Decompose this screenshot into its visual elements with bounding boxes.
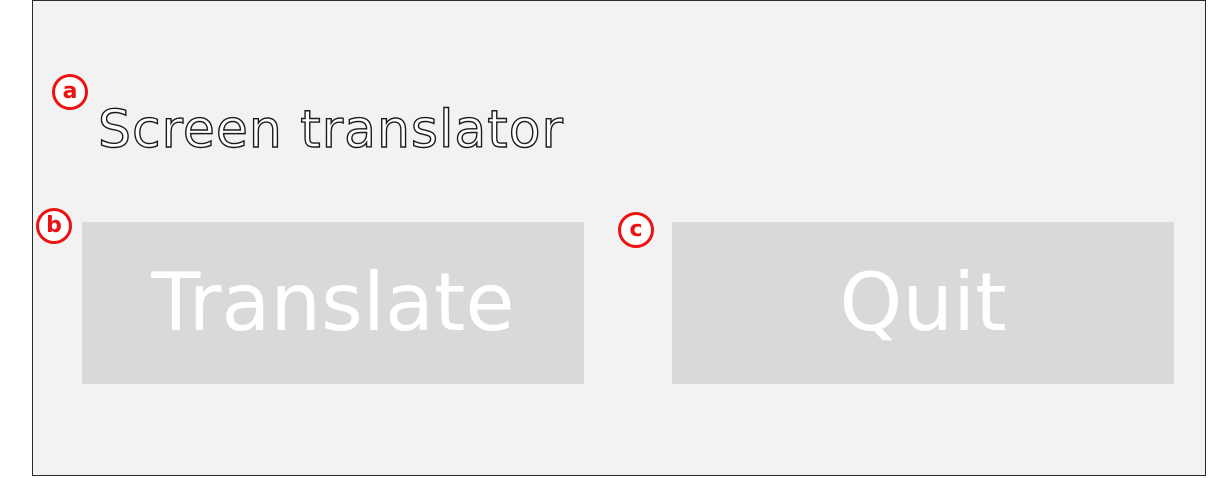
- translate-button[interactable]: Translate: [82, 222, 584, 384]
- annotation-marker-b: b: [36, 208, 72, 244]
- quit-button-label: Quit: [839, 256, 1007, 349]
- annotation-marker-c: c: [618, 212, 654, 248]
- translate-button-label: Translate: [151, 256, 515, 349]
- annotation-marker-a: a: [52, 74, 88, 110]
- quit-button[interactable]: Quit: [672, 222, 1174, 384]
- app-title: Screen translator: [97, 99, 564, 160]
